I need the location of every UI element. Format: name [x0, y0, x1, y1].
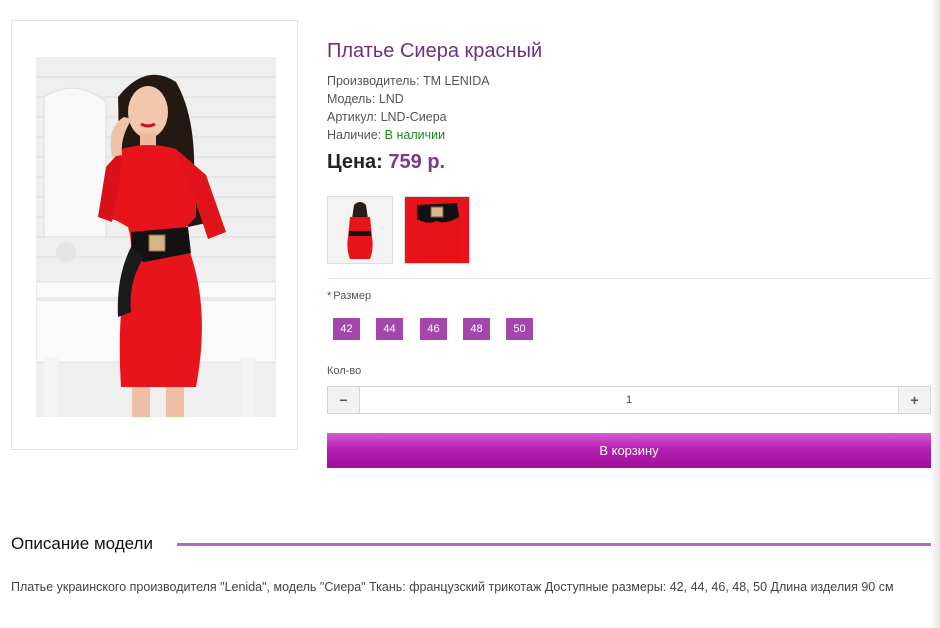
- model-value: LND: [378, 92, 404, 106]
- thumbnail-back-view[interactable]: [327, 196, 393, 264]
- sku-label: Артикул:: [327, 110, 378, 124]
- price-label: Цена:: [327, 151, 383, 173]
- size-option-44[interactable]: 44: [376, 318, 403, 340]
- manufacturer-row: Производитель: TM LENIDA: [327, 72, 490, 90]
- description-heading-rule: [177, 543, 931, 546]
- dress-photo-illustration: [36, 57, 276, 417]
- main-product-image[interactable]: [36, 57, 276, 417]
- size-option-46[interactable]: 46: [420, 318, 447, 340]
- thumbnail-belt-detail[interactable]: [404, 196, 470, 264]
- page-edge-shadow: [930, 0, 940, 628]
- size-option-48[interactable]: 48: [463, 318, 490, 340]
- add-to-cart-button[interactable]: В корзину: [327, 433, 931, 468]
- quantity-label: Кол-во: [327, 365, 362, 377]
- quantity-input[interactable]: [360, 387, 898, 413]
- stock-status: В наличии: [384, 128, 446, 142]
- sku-row: Артикул: LND-Сиера: [327, 108, 490, 126]
- description-heading: Описание модели: [11, 534, 153, 553]
- sku-value: LND-Сиера: [380, 110, 447, 124]
- price: Цена: 759 р.: [327, 151, 445, 174]
- manufacturer-label: Производитель:: [327, 74, 420, 88]
- size-option-42[interactable]: 42: [333, 318, 360, 340]
- size-label: * Размер: [327, 290, 372, 302]
- quantity-decrease-button[interactable]: −: [328, 387, 360, 413]
- description-text: Платье украинского производителя "Lenida…: [11, 580, 894, 594]
- model-label: Модель:: [327, 92, 376, 106]
- main-image-frame[interactable]: [11, 20, 298, 450]
- model-row: Модель: LND: [327, 90, 490, 108]
- price-value: 759 р.: [388, 151, 446, 173]
- options-divider: [327, 278, 931, 279]
- product-title: Платье Сиера красный: [327, 40, 543, 62]
- required-asterisk: *: [327, 290, 332, 302]
- quantity-stepper: − +: [327, 386, 931, 414]
- thumbnail-image: [405, 197, 469, 263]
- quantity-increase-button[interactable]: +: [898, 387, 930, 413]
- manufacturer-value[interactable]: TM LENIDA: [423, 74, 490, 88]
- stock-label: Наличие:: [327, 128, 382, 142]
- thumbnail-image: [328, 197, 392, 263]
- product-info: Производитель: TM LENIDA Модель: LND Арт…: [327, 72, 490, 144]
- size-option-50[interactable]: 50: [506, 318, 533, 340]
- stock-row: Наличие: В наличии: [327, 126, 490, 144]
